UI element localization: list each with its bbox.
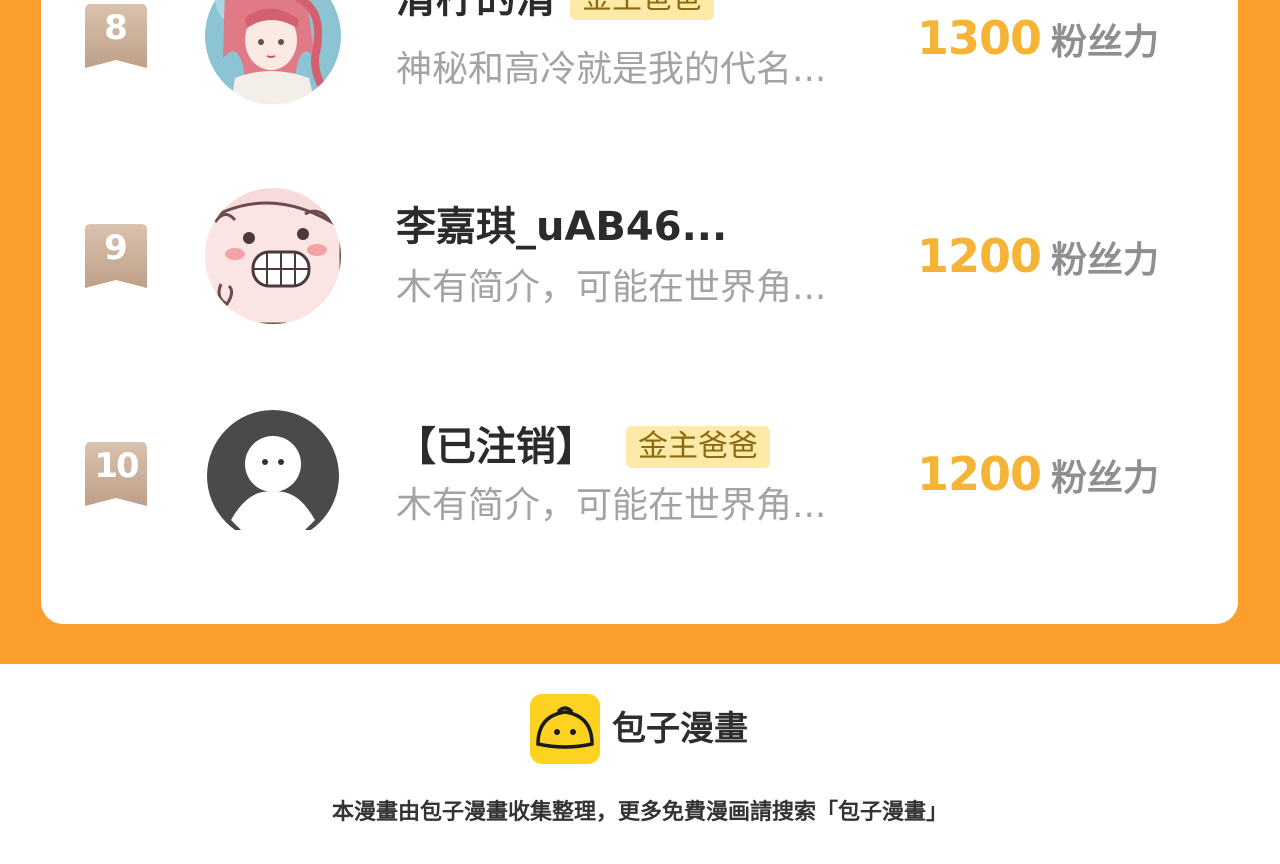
footer-notice: 本漫畫由包子漫畫收集整理，更多免費漫画請搜索「包子漫畫」 <box>331 800 948 825</box>
ranking-card: 8 清柠的清金主爸爸 神秘和高冷就是我的代名. <box>41 0 1238 624</box>
fans-number: 1200 <box>917 229 1042 283</box>
brand-name: 包子漫畫 <box>612 709 748 749</box>
user-bio: 神秘和高冷就是我的代名... <box>396 49 827 90</box>
ranking-row[interactable]: 9 李嘉琪_uAB46... 木有简介，可能在世界角... 1200 粉丝力 <box>41 180 1238 340</box>
user-bio: 木有简介，可能在世界角... <box>396 485 827 526</box>
page: 8 清柠的清金主爸爸 神秘和高冷就是我的代名. <box>0 0 1280 864</box>
fans-number: 1300 <box>917 11 1042 65</box>
bun-logo-graphic <box>536 706 594 749</box>
fans-score: 1200 粉丝力 <box>917 446 1159 513</box>
default-person-avatar-icon <box>205 410 341 544</box>
patron-tag: 金主爸爸 <box>570 0 714 20</box>
ranking-row[interactable]: 8 清柠的清金主爸爸 神秘和高冷就是我的代名. <box>41 0 1238 122</box>
rank-badge: 10 <box>85 442 147 506</box>
fans-number: 1200 <box>917 447 1042 501</box>
rank-number: 10 <box>94 446 139 486</box>
fans-unit: 粉丝力 <box>1051 458 1160 499</box>
anime-girl-avatar-icon <box>205 0 341 104</box>
user-name-line: 【已注销】 金主爸爸 <box>396 422 770 472</box>
fans-unit: 粉丝力 <box>1051 22 1160 63</box>
rank-number: 9 <box>104 228 128 268</box>
patron-tag: 金主爸爸 <box>626 426 770 468</box>
user-name-line: 李嘉琪_uAB46... <box>396 202 727 252</box>
ranking-row[interactable]: 10 【已注销】 金主爸爸 木有简介，可能在世界角... 1200 粉丝力 <box>41 398 1238 558</box>
rank-badge: 9 <box>85 224 147 288</box>
fans-score: 1200 粉丝力 <box>917 228 1159 295</box>
user-avatar[interactable] <box>205 188 341 324</box>
rank-number: 8 <box>104 8 128 48</box>
user-avatar[interactable] <box>205 408 341 544</box>
fans-unit: 粉丝力 <box>1051 240 1160 281</box>
user-bio: 木有简介，可能在世界角... <box>396 267 827 308</box>
bun-logo-icon <box>530 694 600 764</box>
user-avatar[interactable] <box>205 0 341 104</box>
user-name[interactable]: 清柠的清 <box>396 0 556 24</box>
user-name-line: 清柠的清金主爸爸 <box>396 0 714 24</box>
user-name[interactable]: 李嘉琪_uAB46... <box>396 202 727 252</box>
fans-score: 1300 粉丝力 <box>917 10 1159 77</box>
grinning-cartoon-avatar-icon <box>205 188 341 324</box>
rank-badge: 8 <box>85 4 147 68</box>
user-name[interactable]: 【已注销】 <box>396 422 596 472</box>
